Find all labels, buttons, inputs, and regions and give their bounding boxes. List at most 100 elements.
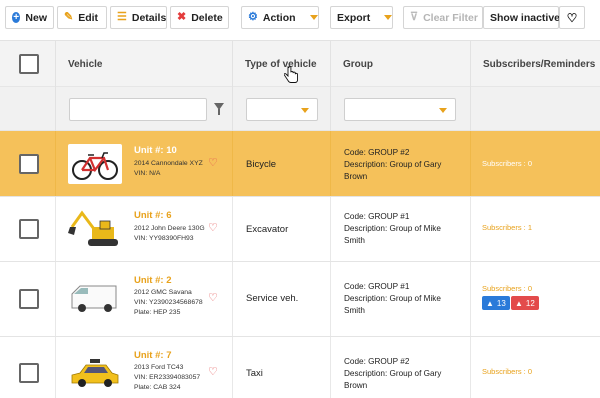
unit-number[interactable]: Unit #: 7 (134, 350, 171, 361)
show-inactive-label: Show inactive (490, 11, 561, 24)
vehicle-details: 2012 John Deere 130G VIN: YY98390FH93 (134, 224, 205, 244)
close-icon: ✖ (177, 11, 187, 23)
warning-badge-red[interactable]: ▲ 12 (511, 296, 539, 310)
new-button[interactable]: + New (5, 6, 54, 29)
new-label: New (25, 11, 47, 24)
group-code: Code: GROUP #2 (344, 148, 410, 157)
vehicle-type: Excavator (246, 224, 289, 235)
column-label: Type of vehicle (245, 59, 317, 70)
row-checkbox[interactable] (19, 289, 39, 309)
grid-header: Vehicle Type of vehicle Group Subscriber… (0, 40, 600, 88)
list-icon: ☰ (117, 11, 127, 23)
export-label: Export (337, 11, 371, 24)
group-code: Code: GROUP #1 (344, 212, 410, 221)
row-checkbox[interactable] (19, 154, 39, 174)
edit-label: Edit (78, 11, 99, 24)
group-info: Code: GROUP #1 Description: Group of Mik… (344, 281, 464, 317)
gear-icon: ⚙ (248, 11, 258, 23)
subscribers-link[interactable]: Subscribers : 0 (482, 284, 532, 293)
taxi-icon (68, 353, 122, 393)
filter-row (0, 87, 600, 131)
action-label: Action (262, 11, 296, 24)
heart-icon[interactable]: ♡ (208, 223, 218, 234)
export-dropdown[interactable]: Export (330, 6, 393, 29)
vehicle-vin: VIN: Y2390234568678 (134, 299, 203, 306)
vehicle-model: 2012 GMC Savana (134, 289, 192, 296)
unit-number[interactable]: Unit #: 2 (134, 275, 171, 286)
table-row[interactable]: Unit #: 7 2013 Ford TC43 VIN: ER23394083… (0, 337, 600, 398)
subscribers-link[interactable]: Subscribers : 0 (482, 159, 532, 168)
warning-icon: ▲ (515, 298, 523, 308)
favorites-button[interactable]: ♡ (559, 6, 585, 29)
vehicle-type: Service veh. (246, 293, 299, 304)
bicycle-icon (68, 144, 122, 184)
vehicle-type: Bicycle (246, 159, 277, 170)
vehicle-type: Taxi (246, 368, 263, 379)
details-label: Details (131, 11, 167, 24)
group-code: Code: GROUP #1 (344, 282, 410, 291)
table-row[interactable]: Unit #: 2 2012 GMC Savana VIN: Y23902345… (0, 262, 600, 337)
edit-button[interactable]: ✎ Edit (57, 6, 107, 29)
group-info: Code: GROUP #2 Description: Group of Gar… (344, 356, 464, 392)
van-icon (68, 278, 122, 318)
heart-icon[interactable]: ♡ (208, 367, 218, 378)
table-row[interactable]: Unit #: 10 2014 Cannondale XYZ VIN: N/A … (0, 131, 600, 197)
action-dropdown[interactable]: ⚙ Action (241, 6, 319, 29)
group-description: Description: Group of Gary Brown (344, 369, 442, 390)
unit-number[interactable]: Unit #: 10 (134, 145, 177, 156)
warning-icon: ▲ (486, 298, 494, 308)
group-code: Code: GROUP #2 (344, 357, 410, 366)
badge-count: 12 (525, 298, 535, 308)
vehicle-details: 2014 Cannondale XYZ VIN: N/A (134, 159, 203, 179)
subscribers-filter-cell (470, 87, 600, 131)
heart-icon[interactable]: ♡ (208, 293, 218, 304)
type-filter-select[interactable] (246, 98, 318, 121)
chevron-down-icon (309, 15, 318, 20)
column-label: Vehicle (68, 59, 103, 70)
column-header-vehicle[interactable]: Vehicle (55, 41, 232, 88)
heart-icon[interactable]: ♡ (208, 158, 218, 169)
group-filter-select[interactable] (344, 98, 456, 121)
badge-count: 13 (496, 298, 506, 308)
type-filter-cell (232, 87, 330, 131)
group-info: Code: GROUP #1 Description: Group of Mik… (344, 211, 464, 247)
filter-icon: ⊽ (410, 11, 419, 23)
group-description: Description: Group of Mike Smith (344, 294, 441, 315)
subscribers-link[interactable]: Subscribers : 0 (482, 367, 532, 376)
column-label: Group (343, 59, 373, 70)
table-row[interactable]: Unit #: 6 2012 John Deere 130G VIN: YY98… (0, 197, 600, 262)
row-checkbox[interactable] (19, 219, 39, 239)
vehicle-vin: VIN: YY98390FH93 (134, 235, 194, 242)
plus-icon: + (12, 12, 21, 23)
vehicle-details: 2013 Ford TC43 VIN: ER23394083057 Plate:… (134, 363, 200, 393)
select-all-checkbox[interactable] (19, 54, 39, 74)
vehicle-filter-input[interactable] (69, 98, 207, 121)
column-header-subscribers[interactable]: Subscribers/Reminders (470, 41, 600, 88)
filter-icon[interactable] (214, 103, 224, 115)
column-header-type[interactable]: Type of vehicle (232, 41, 330, 88)
group-description: Description: Group of Mike Smith (344, 224, 441, 245)
warning-badge-blue[interactable]: ▲ 13 (482, 296, 510, 310)
delete-button[interactable]: ✖ Delete (170, 6, 229, 29)
group-info: Code: GROUP #2 Description: Group of Gar… (344, 147, 464, 183)
column-header-group[interactable]: Group (330, 41, 470, 88)
row-checkbox[interactable] (19, 363, 39, 383)
hand-cursor-icon (284, 66, 298, 83)
vehicle-model: 2012 John Deere 130G (134, 225, 205, 232)
vehicle-model: 2013 Ford TC43 (134, 364, 184, 371)
pencil-icon: ✎ (64, 11, 74, 23)
toolbar: + New ✎ Edit ☰ Details ✖ Delete ⚙ Action Expo… (0, 0, 600, 36)
select-all-cell (0, 41, 55, 88)
excavator-icon (68, 209, 122, 249)
chevron-down-icon (384, 15, 393, 20)
vehicle-model: 2014 Cannondale XYZ (134, 160, 203, 167)
group-description: Description: Group of Gary Brown (344, 160, 442, 181)
clear-filter-button[interactable]: ⊽ Clear Filter (403, 6, 483, 29)
unit-number[interactable]: Unit #: 6 (134, 210, 171, 221)
vehicle-vin: VIN: ER23394083057 (134, 374, 201, 381)
subscribers-link[interactable]: Subscribers : 1 (482, 223, 532, 232)
show-inactive-button[interactable]: Show inactive (483, 6, 561, 29)
details-button[interactable]: ☰ Details (110, 6, 167, 29)
vehicle-details: 2012 GMC Savana VIN: Y2390234568678 Plat… (134, 288, 203, 318)
heart-icon: ♡ (566, 10, 578, 25)
